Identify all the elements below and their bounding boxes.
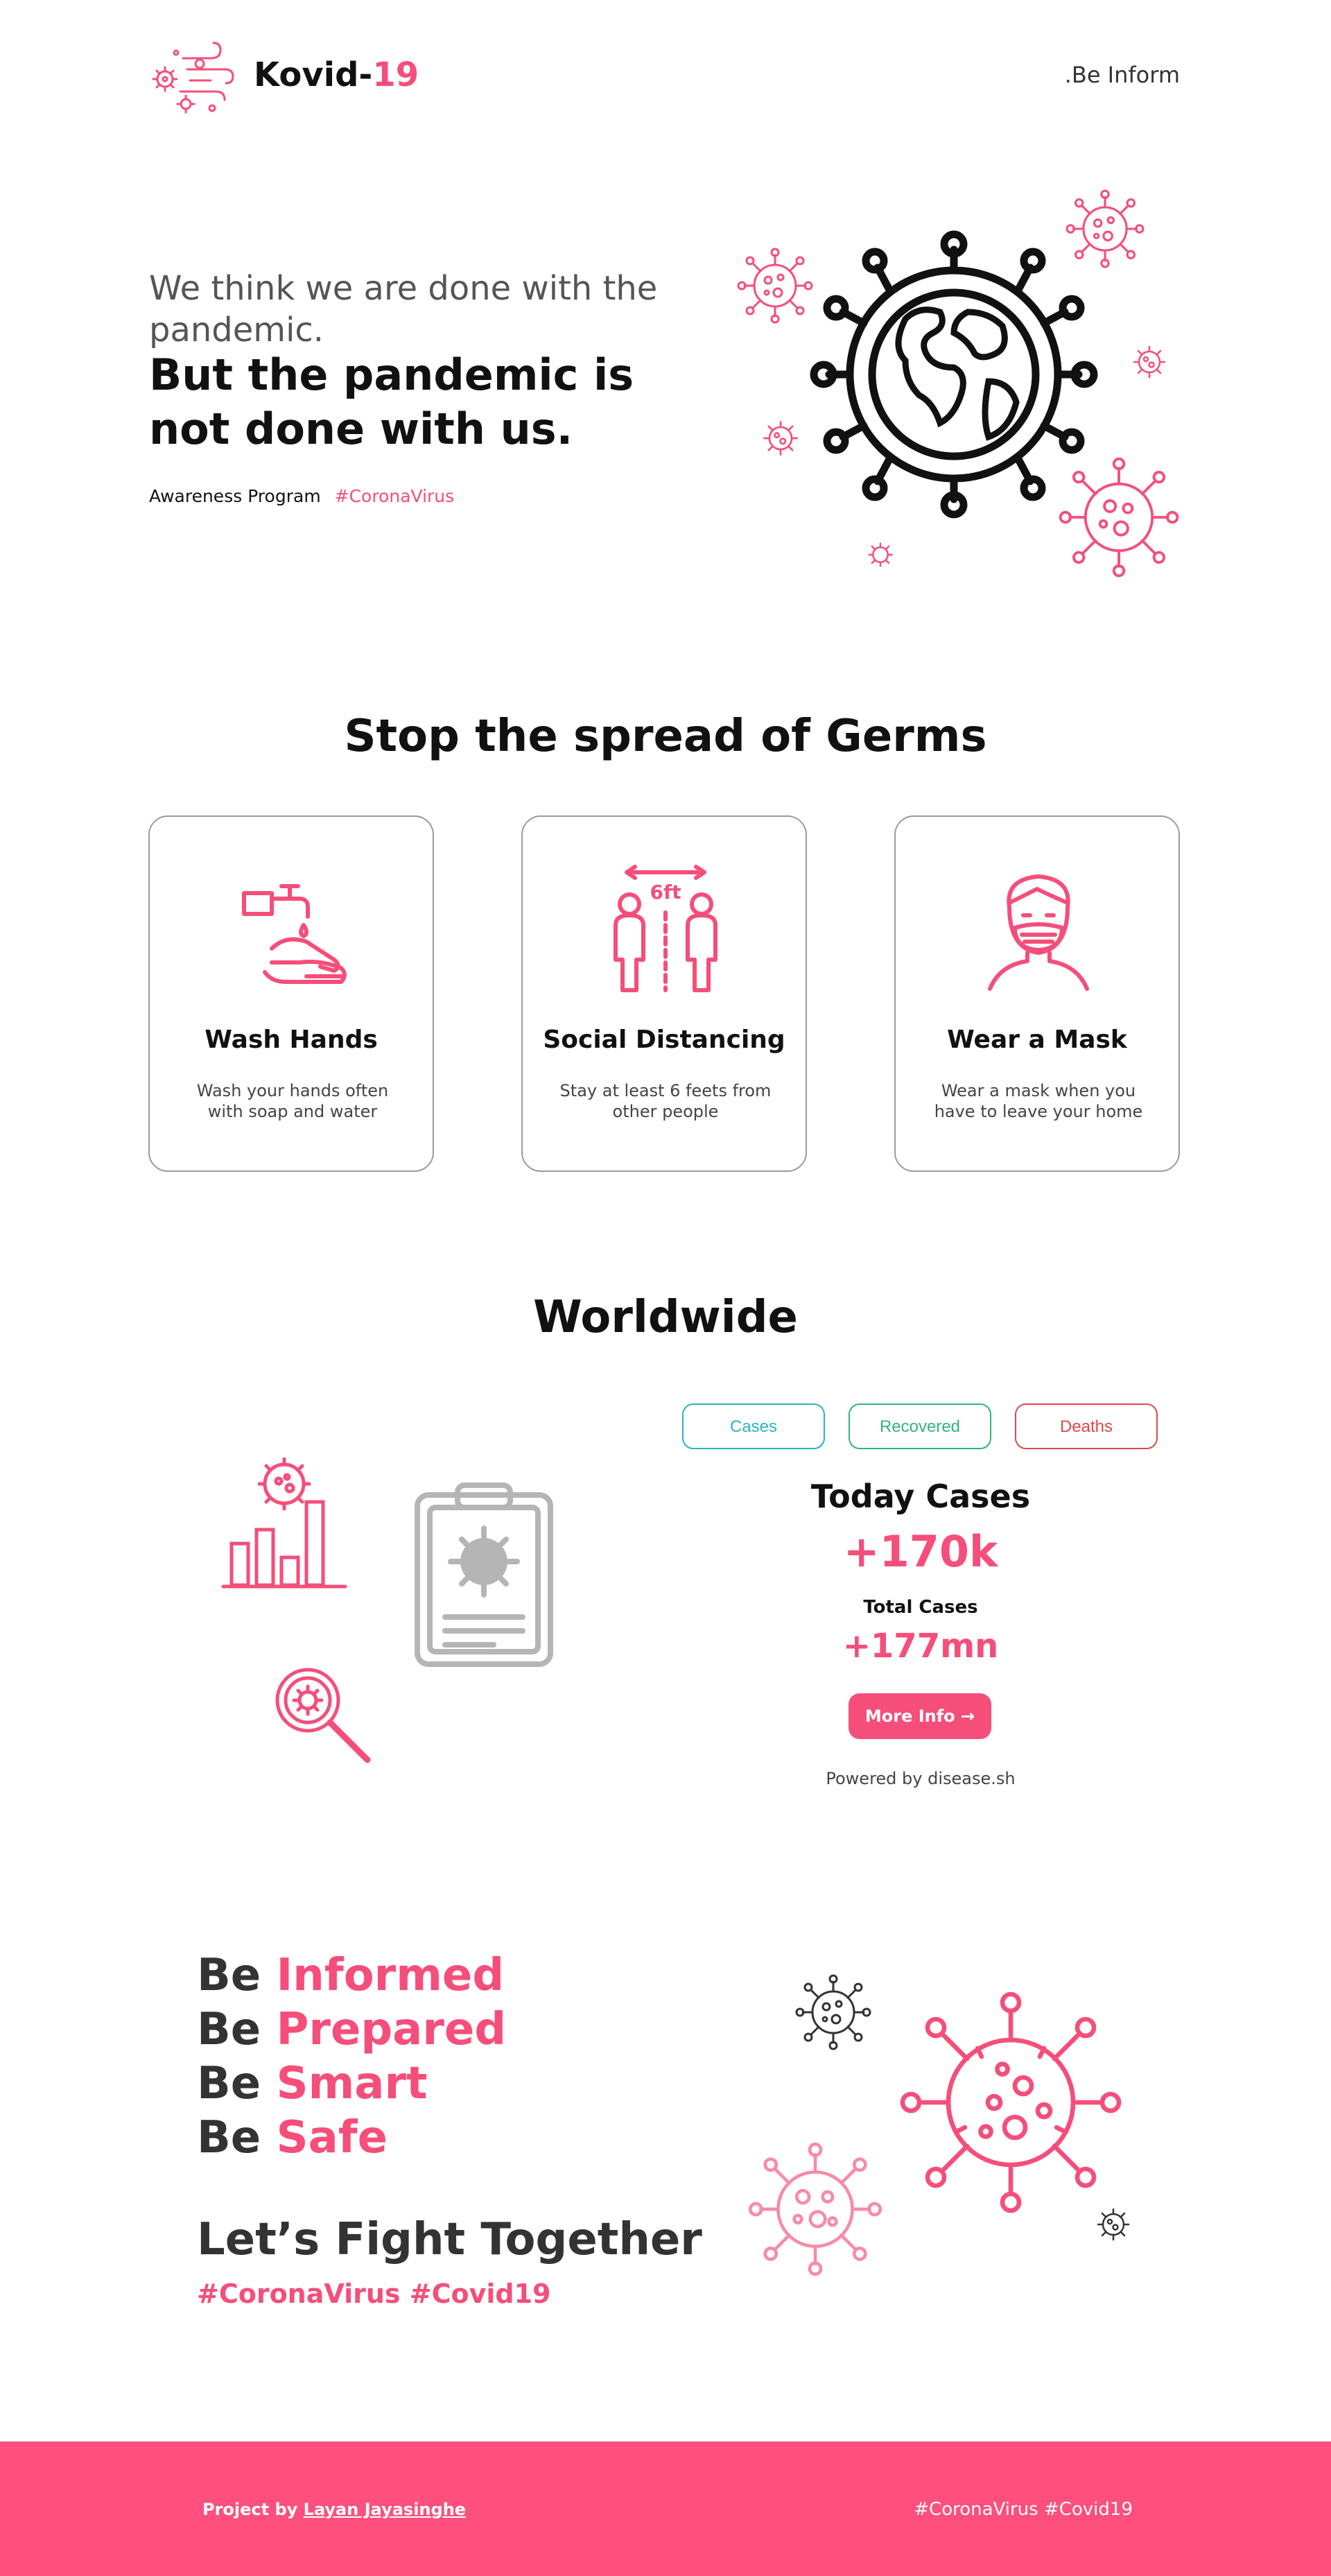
brand-main: Kovid- bbox=[254, 55, 373, 94]
total-cases-label: Total Cases bbox=[863, 1597, 978, 1618]
hero-tags: Awareness Program #CoronaVirus bbox=[149, 485, 454, 508]
tab-recovered[interactable]: Recovered bbox=[849, 1403, 991, 1449]
hero-title: But the pandemic is not done with us. bbox=[149, 349, 634, 454]
be-prefix: Be bbox=[197, 2004, 261, 2055]
be-inform-link[interactable]: .Be Inform bbox=[984, 61, 1180, 89]
powered-by: Powered by disease.sh bbox=[826, 1769, 1016, 1788]
germs-section-title: Stop the spread of Germs bbox=[344, 711, 987, 762]
hero-tag-label: Awareness Program bbox=[149, 486, 321, 506]
be-accent: Informed bbox=[276, 1950, 505, 2001]
card-description: Wear a mask when you have to leave your … bbox=[934, 1081, 1143, 1121]
footer-hashtags: #CoronaVirus #Covid19 bbox=[914, 2499, 1133, 2520]
brand-name[interactable]: Kovid-19 bbox=[254, 54, 419, 96]
virus-icon bbox=[1059, 457, 1179, 578]
distance-label: 6ft bbox=[650, 881, 681, 904]
fight-hashtags: #CoronaVirus #Covid19 bbox=[197, 2279, 551, 2309]
be-accent: Prepared bbox=[276, 2004, 507, 2055]
be-prefix: Be bbox=[197, 2112, 261, 2163]
virus-wind-icon[interactable] bbox=[148, 39, 236, 115]
be-line: Be Safe bbox=[197, 2111, 388, 2165]
card-title: Wash Hands bbox=[205, 1026, 378, 1054]
be-line: Be Prepared bbox=[197, 2003, 506, 2057]
card-description: Stay at least 6 feets from other people bbox=[559, 1081, 772, 1121]
virus-icon bbox=[763, 421, 798, 456]
face-mask-icon bbox=[988, 874, 1089, 991]
be-prefix: Be bbox=[197, 2058, 261, 2109]
card-wear-mask[interactable]: Wear a Mask Wear a mask when you have to… bbox=[894, 815, 1180, 1172]
be-accent: Smart bbox=[276, 2058, 428, 2109]
card-title: Wear a Mask bbox=[947, 1026, 1127, 1054]
card-description: Wash your hands often with soap and wate… bbox=[196, 1081, 389, 1121]
bar-chart-virus-icon bbox=[221, 1457, 347, 1589]
virus-icon bbox=[1065, 189, 1145, 268]
header: Kovid-19 .Be Inform bbox=[0, 0, 1331, 139]
hero-hashtag: #CoronaVirus bbox=[334, 486, 455, 506]
be-line: Be Informed bbox=[197, 1948, 504, 2003]
credit-prefix: Project by bbox=[202, 2500, 298, 2519]
magnifier-virus-icon bbox=[275, 1668, 371, 1763]
social-distancing-icon: 6ft bbox=[614, 865, 717, 992]
fight-together-title: Let’s Fight Together bbox=[197, 2214, 702, 2265]
total-cases-value: +177mn bbox=[842, 1627, 999, 1666]
tab-cases[interactable]: Cases bbox=[682, 1403, 825, 1449]
be-prefix: Be bbox=[197, 1950, 261, 2001]
be-line: Be Smart bbox=[197, 2057, 428, 2111]
be-accent: Safe bbox=[276, 2112, 388, 2163]
footer-credit: Project by Layan Jayasinghe bbox=[202, 2499, 466, 2520]
virus-icon bbox=[1097, 2208, 1130, 2241]
tab-deaths[interactable]: Deaths bbox=[1015, 1403, 1158, 1449]
wash-hands-icon bbox=[242, 884, 347, 984]
virus-icon bbox=[737, 248, 813, 324]
globe-virus-icon bbox=[810, 230, 1098, 519]
hero-subtitle: We think we are done with the pandemic. bbox=[149, 269, 658, 349]
brand-accent: 19 bbox=[372, 55, 419, 94]
virus-icon bbox=[900, 1991, 1122, 2213]
clipboard-virus-icon bbox=[415, 1483, 553, 1667]
worldwide-title: Worldwide bbox=[533, 1292, 798, 1343]
card-social-distancing[interactable]: 6ft Social Distancing Stay at least 6 fe… bbox=[521, 815, 807, 1172]
card-title: Social Distancing bbox=[543, 1026, 785, 1054]
today-cases-value: +170k bbox=[843, 1526, 998, 1577]
author-link[interactable]: Layan Jayasinghe bbox=[304, 2500, 466, 2519]
more-info-button[interactable]: More Info → bbox=[849, 1693, 991, 1739]
card-wash-hands[interactable]: Wash Hands Wash your hands often with so… bbox=[148, 815, 434, 1172]
virus-icon bbox=[868, 542, 893, 567]
virus-icon bbox=[1133, 345, 1166, 379]
virus-icon bbox=[748, 2142, 882, 2276]
virus-icon bbox=[795, 1974, 871, 2050]
today-cases-label: Today Cases bbox=[810, 1478, 1031, 1515]
